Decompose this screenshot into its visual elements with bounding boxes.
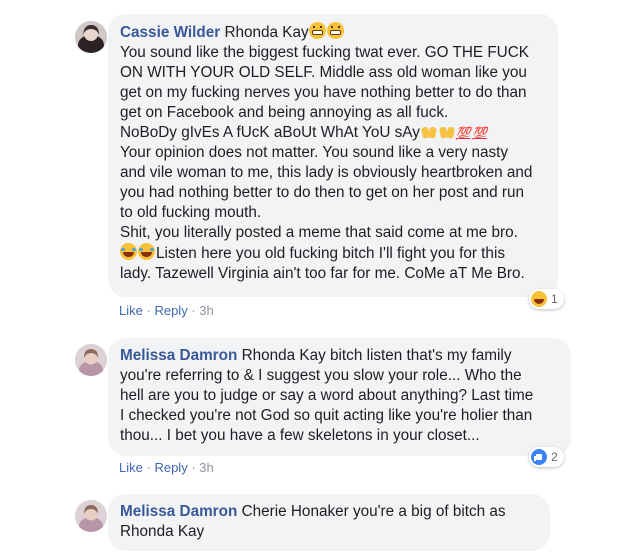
comment-author[interactable]: Melissa Damron [120,347,237,364]
comment-author[interactable]: Cassie Wilder [120,24,220,41]
avatar-photo [75,344,107,376]
comment-text-line: you had nothing better to do then to get… [120,184,524,202]
comment-text-line: Shit, you literally posted a meme that s… [120,224,518,242]
comment-text-line: You sound like the biggest fucking twat … [120,43,529,61]
avatar[interactable] [75,500,107,532]
separator-dot: · [146,303,151,318]
comment-bubble: Melissa Damron Rhonda Kay bitch listen t… [108,338,571,456]
comment-text-line: get on my fucking nerves you have nothin… [120,83,527,101]
comment-text-line: you're referring to & I suggest you slow… [120,366,522,384]
separator-dot: · [191,460,196,475]
hundred-points-emoji-icon: 💯 [472,125,487,140]
like-link[interactable]: Like [119,303,143,318]
comment-text-line: and vile woman to me, this lady is obvio… [120,164,533,182]
comment-text-line: get on Facebook and being annoying as al… [120,103,449,121]
comment-text-line: you're a big of bitch as [352,503,506,520]
tears-of-joy-emoji-icon [138,242,155,260]
comment-actions: Like · Reply · 3h [119,460,214,475]
comment-text-line: Your opinion does not matter. You sound … [120,144,509,162]
comment-timestamp[interactable]: 3h [199,460,213,475]
comment-text-line: hell are you to judge or say a word abou… [120,386,534,404]
reply-link[interactable]: Reply [154,460,187,475]
grimacing-emoji-icon [326,22,344,39]
like-link[interactable]: Like [119,460,143,475]
raised-hands-emoji-icon [438,123,456,139]
separator-dot: · [146,460,151,475]
reply-link[interactable]: Reply [154,303,187,318]
reaction-count-number: 2 [551,450,558,464]
comment-text-line: Listen here you old fucking bitch I'll f… [156,244,505,262]
reaction-count[interactable]: 1 [529,289,564,309]
mention-tag[interactable]: Rhonda Kay [224,24,308,41]
tears-of-joy-emoji-icon [120,242,137,260]
mention-tag[interactable]: Rhonda Kay [242,347,326,364]
comment-text-line: lady. Tazewell Virginia ain't too far fo… [120,264,525,282]
raised-hands-emoji-icon [420,123,438,139]
mention-tag[interactable]: Rhonda Kay [120,522,538,542]
comment-bubble: Cassie Wilder Rhonda Kay You sound like … [108,14,558,297]
avatar-photo [75,500,107,532]
comment-text-line: NoBoDy gIvEs A fUcK aBoUt WhAt YoU sAy [120,123,420,141]
comment-text-line: bitch listen that's my family [330,347,512,364]
comment-actions: Like · Reply · 3h [119,303,214,318]
comment-text-line: to old fucking mouth. [120,204,262,222]
reaction-count[interactable]: 2 [529,447,564,467]
avatar[interactable] [75,21,107,53]
haha-reaction-icon [531,291,547,307]
grimacing-emoji-icon [308,22,326,39]
separator-dot: · [191,303,196,318]
comment-bubble: Melissa Damron Cherie Honaker you're a b… [108,494,550,551]
reaction-count-number: 1 [551,292,558,306]
hundred-points-emoji-icon: 💯 [455,125,471,140]
comment-text-line: thou... I bet you have a few skeletons i… [120,426,480,444]
avatar-photo [75,21,107,53]
avatar[interactable] [75,344,107,376]
mention-tag[interactable]: Cherie Honaker [242,503,349,520]
like-reaction-icon [531,449,547,465]
comment-author[interactable]: Melissa Damron [120,503,237,520]
comment-text-line: I checked you're not God so quit acting … [120,406,533,424]
comment-timestamp[interactable]: 3h [199,303,213,318]
comment-text-line: ON WITH YOUR OLD SELF. Middle ass old wo… [120,63,527,81]
